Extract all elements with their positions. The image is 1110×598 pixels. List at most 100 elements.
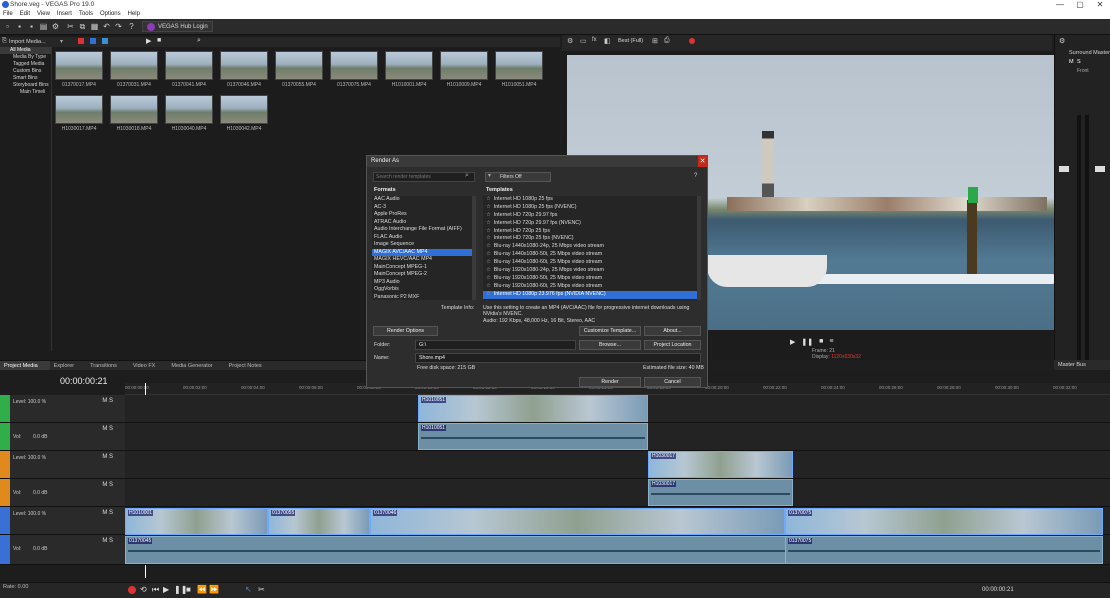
audio-clip[interactable]: 01370045 (125, 536, 788, 564)
media-thumbnail[interactable]: 01370031.MP4 (110, 51, 158, 90)
tab-master-bus[interactable]: Master Bus (1054, 360, 1110, 370)
star-icon[interactable]: ☆ (486, 291, 491, 297)
template-list-item[interactable]: ☆ Blu-ray 1440x1080-60i, 25 Mbps video st… (483, 259, 701, 267)
menu-file[interactable]: File (3, 10, 13, 19)
format-list-item[interactable]: ATRAC Audio (372, 219, 476, 227)
search-media-icon[interactable]: ⌕ (197, 37, 201, 45)
mute-solo-buttons[interactable]: M S (102, 482, 113, 488)
fader-left[interactable] (1059, 166, 1069, 172)
save-project-icon[interactable]: ▪ (27, 22, 36, 31)
bin-storyboard-bins[interactable]: Storyboard Bins (0, 82, 51, 89)
star-icon[interactable]: ☆ (486, 275, 491, 281)
loop-playback-icon[interactable]: ⟲ (140, 585, 147, 594)
template-list-item[interactable]: ☆ Blu-ray 1440x1080-50i, 25 Mbps video st… (483, 251, 701, 259)
menu-edit[interactable]: Edit (20, 10, 30, 19)
video-clip[interactable]: H1010001 (125, 508, 268, 535)
template-list-item[interactable]: ☆ Internet HD 1080p 25 fps (NVENC) (483, 204, 701, 212)
template-list-item[interactable]: ☆ Internet HD 1080p 25 fps (483, 196, 701, 204)
filters-dropdown[interactable]: Filters Off (485, 172, 551, 182)
video-clip[interactable]: H1010051 (418, 395, 648, 422)
hub-login-button[interactable]: VEGAS Hub Login (142, 21, 213, 32)
menu-view[interactable]: View (37, 10, 50, 19)
template-list-item[interactable]: ☆ Internet HD 720p 25 fps (483, 228, 701, 236)
media-thumbnail[interactable]: 01370075.MP4 (330, 51, 378, 90)
tab-explorer[interactable]: Explorer (50, 361, 86, 370)
mute-solo-buttons[interactable]: M S (102, 454, 113, 460)
format-list-item[interactable]: AC-3 (372, 204, 476, 212)
cancel-button[interactable]: Cancel (644, 377, 701, 387)
format-list-item[interactable]: Apple ProRes (372, 211, 476, 219)
star-icon[interactable]: ☆ (486, 243, 491, 249)
media-thumbnail[interactable]: H1010051.MP4 (495, 51, 543, 90)
template-list-item[interactable]: ☆ Blu-ray 1920x1080-60i, 25 Mbps video st… (483, 283, 701, 291)
help-question-icon[interactable]: ? (694, 173, 697, 179)
master-solo-button[interactable]: S (1077, 59, 1081, 65)
fader-right[interactable] (1095, 166, 1105, 172)
stop-icon[interactable]: ■ (186, 585, 191, 594)
preview-settings-icon[interactable]: ⚙ (567, 37, 573, 45)
format-list-item[interactable]: MAGIX AVC/AAC MP4 (372, 248, 476, 256)
dialog-close-icon[interactable]: ✕ (698, 156, 707, 167)
format-list-item[interactable]: MainConcept MPEG-1 (372, 264, 476, 272)
template-list-item[interactable]: ☆ Internet HD 1080p 23.976 fps (NVIDIA NV… (483, 290, 701, 299)
video-fx-icon[interactable]: fx (592, 37, 597, 43)
go-to-start-icon[interactable]: ⏪ (197, 585, 207, 594)
search-templates-input[interactable]: Search render templates (373, 172, 475, 182)
preview-pause-icon[interactable]: ❚❚ (801, 338, 813, 346)
remove-media-icon[interactable] (78, 38, 84, 44)
star-icon[interactable]: ☆ (486, 212, 491, 218)
play-preview-icon[interactable]: ▶ (146, 37, 151, 45)
media-fx-icon[interactable] (102, 38, 108, 44)
template-list-item[interactable]: ☆ Internet HD 720p 29.97 fps (483, 212, 701, 220)
customize-template-button[interactable]: Customize Template... (579, 326, 641, 336)
media-thumbnail[interactable]: 01370046.MP4 (220, 51, 268, 90)
open-project-icon[interactable]: ▪ (15, 22, 24, 31)
record-button[interactable] (128, 586, 136, 594)
render-options-button[interactable]: Render Options (373, 326, 438, 336)
media-thumbnail[interactable]: H1010009.MP4 (440, 51, 488, 90)
preview-menu-icon[interactable]: ≡ (829, 338, 833, 346)
bin-smart-bins[interactable]: Smart Bins (0, 75, 51, 82)
star-icon[interactable]: ☆ (486, 235, 491, 241)
audio-clip[interactable]: 01370075 (785, 536, 1103, 564)
track-header[interactable]: Vol: 0.0 dB M S (0, 423, 125, 451)
format-list-item[interactable]: AAC Audio (372, 196, 476, 204)
new-project-icon[interactable]: ▫ (3, 22, 12, 31)
formats-scrollbar[interactable] (472, 196, 476, 300)
format-list-item[interactable]: FLAC Audio (372, 234, 476, 242)
mute-solo-buttons[interactable]: M S (102, 426, 113, 432)
format-list-item[interactable]: MAGIX HEVC/AAC MP4 (372, 256, 476, 264)
track-lane[interactable] (125, 479, 1110, 507)
record-icon[interactable] (689, 38, 695, 44)
settings-gear-icon[interactable]: ⚙ (51, 22, 60, 31)
audio-clip[interactable]: H1010051 (418, 423, 648, 450)
tab-media-generator[interactable]: Media Generator (167, 361, 224, 370)
audio-clip[interactable]: H1030017 (648, 479, 793, 506)
master-mute-button[interactable]: M (1069, 59, 1074, 65)
browse-button[interactable]: Browse... (579, 340, 641, 350)
star-icon[interactable]: ☆ (486, 267, 491, 273)
tab-project-media[interactable]: Project Media (0, 361, 50, 370)
format-list-item[interactable]: MainConcept MPEG-2 (372, 271, 476, 279)
video-clip[interactable]: H1030017 (648, 451, 793, 478)
paste-icon[interactable]: ▦ (90, 22, 99, 31)
format-list-item[interactable]: Image Sequence (372, 241, 476, 249)
menu-insert[interactable]: Insert (57, 10, 72, 19)
undo-icon[interactable]: ↶ (102, 22, 111, 31)
media-thumbnail[interactable]: H1030018.MP4 (110, 95, 158, 134)
cut-icon[interactable]: ✂ (66, 22, 75, 31)
track-header[interactable]: Level: 100.0 % M S (0, 507, 125, 535)
import-media-button[interactable]: Import Media... (9, 39, 46, 45)
media-thumbnail[interactable]: 01370041.MP4 (165, 51, 213, 90)
template-list-item[interactable]: ☆ Blu-ray 1920x1080-50i, 25 Mbps video st… (483, 275, 701, 283)
bin-all-media[interactable]: All Media (0, 47, 51, 54)
format-list-item[interactable]: OggVorbis (372, 286, 476, 294)
help-icon[interactable]: ? (127, 22, 136, 31)
star-icon[interactable]: ☆ (486, 259, 491, 265)
file-name-input[interactable]: Shore.mp4 (415, 353, 701, 363)
track-header[interactable]: Vol: 0.0 dB M S (0, 535, 125, 565)
mute-solo-buttons[interactable]: M S (102, 398, 113, 404)
templates-scrollbar[interactable] (697, 196, 701, 300)
star-icon[interactable]: ☆ (486, 196, 491, 202)
normal-edit-tool-icon[interactable]: ↖ (245, 585, 252, 594)
